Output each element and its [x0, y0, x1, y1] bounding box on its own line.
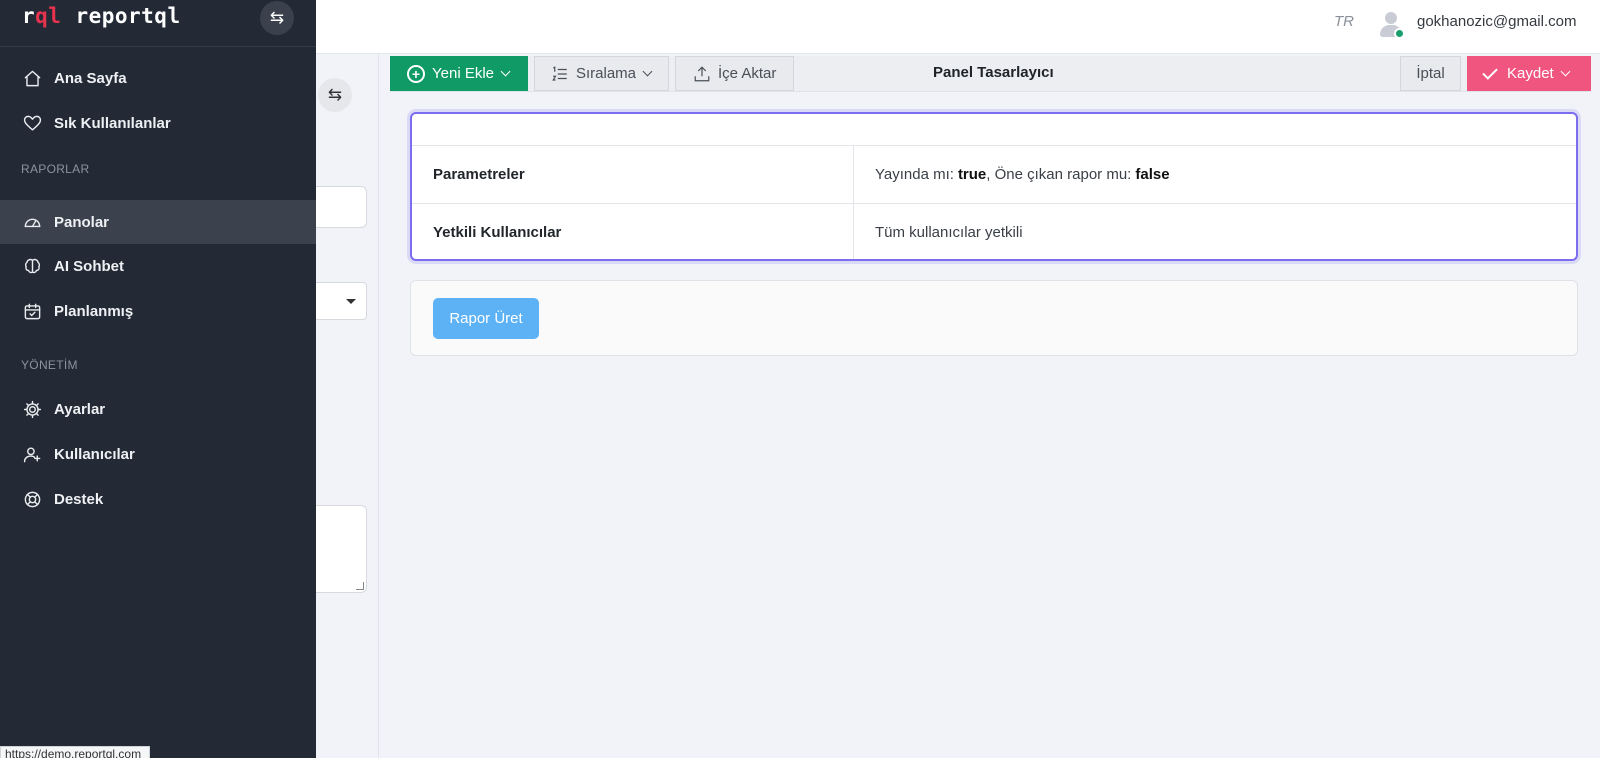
- parameters-card[interactable]: Parametreler Yayında mı: true, Öne çıkan …: [410, 112, 1578, 261]
- language-selector[interactable]: TR: [1334, 13, 1354, 30]
- brand-short: rql: [22, 4, 62, 28]
- import-label: İçe Aktar: [718, 65, 777, 82]
- sidebar-item-panolar[interactable]: Panolar: [0, 200, 316, 244]
- brand-logo[interactable]: rql reportql: [22, 4, 181, 28]
- home-icon: [22, 68, 42, 88]
- user-add-icon: [22, 444, 42, 464]
- row-value: Tüm kullanıcılar yetkili: [875, 224, 1023, 241]
- user-email[interactable]: gokhanozic@gmail.com: [1417, 13, 1576, 30]
- sidebar-item-destek[interactable]: Destek: [0, 477, 316, 521]
- background-form-panel: ⇆: [300, 54, 379, 758]
- sidebar-item-label: Ayarlar: [54, 400, 106, 418]
- sidebar-divider: [0, 46, 316, 47]
- chevron-down-icon: [1560, 66, 1571, 77]
- section-heading-raporlar: RAPORLAR: [21, 162, 90, 176]
- cancel-button[interactable]: İptal: [1400, 56, 1461, 91]
- table-row-parameters: Parametreler Yayında mı: true, Öne çıkan …: [412, 145, 1576, 203]
- chevron-down-icon: [500, 66, 511, 77]
- avatar-head-shape: [1385, 12, 1397, 24]
- sort-list-icon: [552, 65, 567, 81]
- published-value: true: [957, 166, 987, 183]
- heart-icon: [22, 113, 42, 133]
- sidebar-item-ai-sohbet[interactable]: AI Sohbet: [0, 244, 316, 288]
- table-row-authorized-users: Yetkili Kullanıcılar Tüm kullanıcılar ye…: [412, 203, 1576, 259]
- brand-name: reportql: [75, 4, 181, 28]
- user-avatar[interactable]: [1378, 10, 1406, 40]
- add-new-label: Yeni Ekle: [432, 65, 494, 82]
- lifebuoy-icon: [22, 489, 42, 509]
- plus-circle-icon: +: [407, 64, 425, 83]
- section-heading-yonetim: YÖNETİM: [21, 358, 78, 372]
- report-actions-card: Rapor Üret: [410, 280, 1578, 356]
- caret-down-icon: [346, 299, 356, 304]
- row-value: Yayında mı: true, Öne çıkan rapor mu: fals…: [854, 146, 1576, 203]
- featured-value: false: [1135, 166, 1170, 183]
- sidebar-toggle-icon[interactable]: ⇆: [260, 1, 294, 35]
- import-button[interactable]: İçe Aktar: [675, 56, 794, 91]
- page-title: Panel Tasarlayıcı: [933, 64, 1054, 81]
- panel-swap-icon[interactable]: ⇆: [318, 78, 352, 112]
- calendar-check-icon: [22, 301, 42, 321]
- sidebar-item-label: Kullanıcılar: [54, 445, 135, 463]
- upload-icon: [694, 65, 710, 81]
- sidebar-item-label: AI Sohbet: [54, 257, 124, 275]
- brain-icon: [22, 256, 42, 276]
- gear-icon: [22, 399, 42, 419]
- dashboard-icon: [22, 212, 42, 232]
- chevron-down-icon: [642, 66, 653, 77]
- row-key: Parametreler: [412, 146, 854, 203]
- sidebar-item-label: Planlanmış: [54, 302, 134, 320]
- row-key: Yetkili Kullanıcılar: [412, 204, 854, 259]
- sidebar-item-label: Destek: [54, 490, 104, 508]
- value-middle: , Öne çıkan rapor mu:: [986, 166, 1132, 183]
- sidebar-item-label: Ana Sayfa: [54, 69, 127, 87]
- sidebar-item-sik-kullanilanlar[interactable]: Sık Kullanılanlar: [0, 101, 316, 145]
- designer-toolbar: + Yeni Ekle Sıralama İçe Aktar Panel Tas…: [390, 56, 1591, 92]
- sidebar-item-planlanmis[interactable]: Planlanmış: [0, 289, 316, 333]
- status-bar-url: https://demo.reportql.com: [0, 746, 151, 758]
- sidebar-item-label: Panolar: [54, 213, 110, 231]
- save-button[interactable]: Kaydet: [1467, 56, 1591, 91]
- sidebar-item-ana-sayfa[interactable]: Ana Sayfa: [0, 56, 316, 100]
- resize-grip-icon[interactable]: [356, 582, 364, 590]
- value-prefix: Yayında mı:: [875, 166, 954, 183]
- add-new-button[interactable]: + Yeni Ekle: [390, 56, 528, 91]
- sidebar-item-kullanicilar[interactable]: Kullanıcılar: [0, 432, 316, 476]
- sidebar: rql reportql ⇆ Ana Sayfa Sık Kullanılanla…: [0, 0, 316, 758]
- sort-label: Sıralama: [576, 65, 637, 82]
- sidebar-item-ayarlar[interactable]: Ayarlar: [0, 387, 316, 431]
- sidebar-item-label: Sık Kullanılanlar: [54, 114, 171, 132]
- online-status-dot: [1394, 28, 1405, 39]
- sort-button[interactable]: Sıralama: [534, 56, 669, 91]
- check-icon: [1482, 63, 1498, 80]
- save-label: Kaydet: [1507, 65, 1554, 82]
- generate-report-button[interactable]: Rapor Üret: [433, 298, 539, 339]
